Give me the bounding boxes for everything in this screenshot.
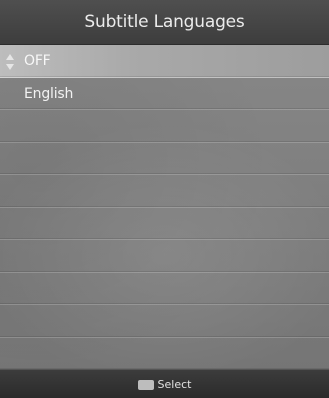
list-item-off[interactable]: OFF — [0, 45, 329, 78]
up-down-arrows-icon — [6, 54, 14, 70]
list-item-label: English — [24, 85, 74, 102]
page-title: Subtitle Languages — [84, 12, 245, 32]
list-item-empty — [0, 208, 329, 240]
list-item-empty — [0, 273, 329, 305]
subtitle-languages-screen: Subtitle Languages OFF English Select — [0, 0, 329, 398]
list-item-label: OFF — [24, 53, 51, 69]
list-item-empty — [0, 110, 329, 143]
header-bar: Subtitle Languages — [0, 0, 329, 45]
softkey-bar: Select — [0, 369, 329, 398]
select-softkey-label[interactable]: Select — [158, 378, 192, 391]
list-item-empty — [0, 240, 329, 273]
ok-key-icon — [137, 380, 154, 390]
list-item-empty — [0, 143, 329, 175]
list-item-empty — [0, 175, 329, 208]
list-item-english[interactable]: English — [0, 78, 329, 110]
list-item-empty — [0, 305, 329, 338]
list-item-empty — [0, 338, 329, 370]
subtitle-language-list: OFF English — [0, 45, 329, 370]
